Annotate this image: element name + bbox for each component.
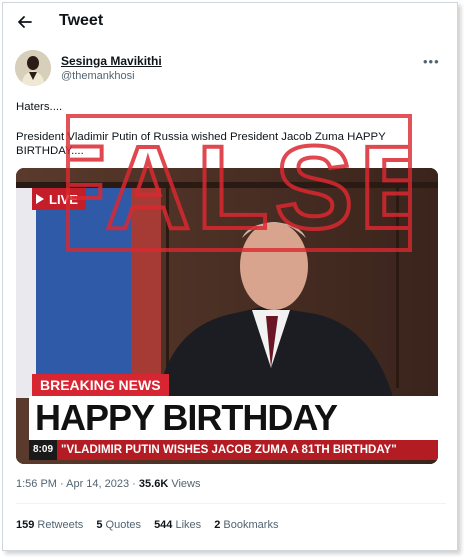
- ticker-time: 8:09: [29, 440, 57, 460]
- stat-bookmarks[interactable]: 2 Bookmarks: [214, 519, 278, 531]
- tweet-timestamp[interactable]: 1:56 PM · Apr 14, 2023 ·: [16, 478, 139, 490]
- page-title: Tweet: [59, 12, 104, 29]
- stat-retweets[interactable]: 159 Retweets: [16, 519, 83, 531]
- tweet-meta: 1:56 PM · Apr 14, 2023 · 35.6K Views: [16, 478, 200, 490]
- author-name[interactable]: Sesinga Mavikithi: [61, 54, 162, 68]
- stat-likes[interactable]: 544 Likes: [154, 519, 201, 531]
- ticker-text: "VLADIMIR PUTIN WISHES JACOB ZUMA A 81TH…: [61, 444, 397, 456]
- views-label: Views: [168, 478, 201, 490]
- stat-quotes[interactable]: 5 Quotes: [96, 519, 141, 531]
- divider: [16, 503, 446, 504]
- views-count: 35.6K: [138, 478, 169, 490]
- arrow-left-icon[interactable]: [15, 12, 35, 32]
- false-stamp: FALSE: [66, 114, 412, 252]
- avatar[interactable]: [15, 50, 51, 86]
- engagement-stats: 159 Retweets 5 Quotes 544 Likes 2 Bookma…: [16, 519, 288, 531]
- breaking-news-bar: BREAKING NEWS: [32, 374, 169, 396]
- more-dots-icon[interactable]: •••: [423, 54, 440, 69]
- false-stamp-text: FALSE: [70, 122, 408, 248]
- tweet-header: Tweet: [3, 3, 457, 41]
- news-ticker: 8:09 "VLADIMIR PUTIN WISHES JACOB ZUMA A…: [29, 440, 438, 460]
- tweet-text-line: Haters....: [16, 101, 63, 113]
- author-handle[interactable]: @themankhosi: [61, 70, 135, 82]
- headline-banner: HAPPY BIRTHDAY: [29, 396, 438, 440]
- tweet-page: Tweet Sesinga Mavikithi @themankhosi •••…: [2, 2, 458, 551]
